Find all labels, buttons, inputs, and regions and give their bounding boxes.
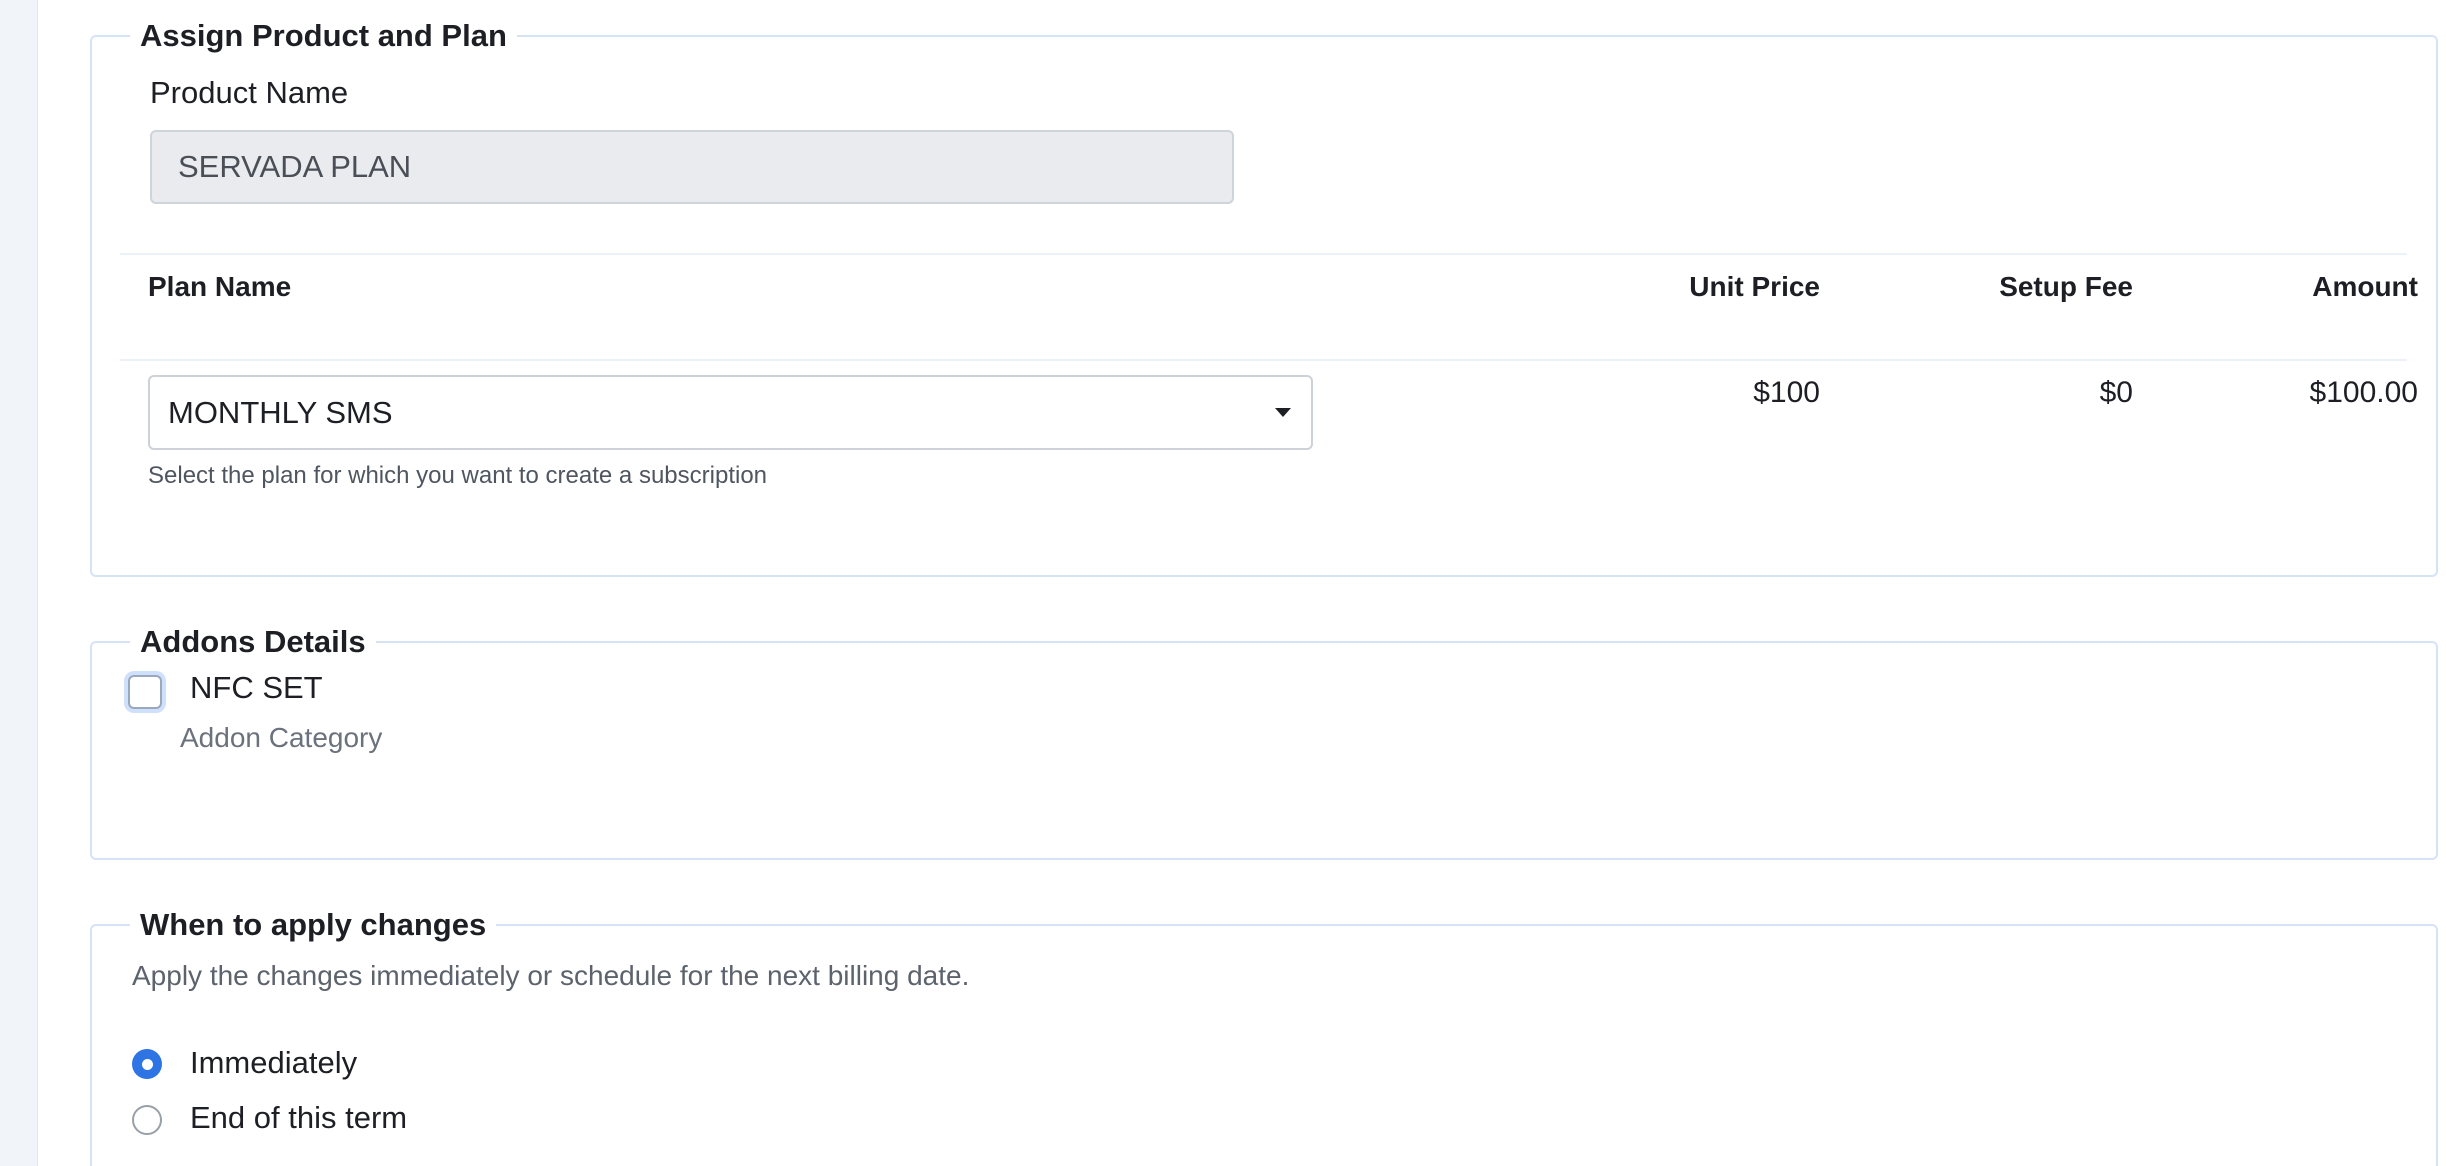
caret-down-icon — [1275, 408, 1291, 417]
column-header-plan-name: Plan Name — [148, 271, 292, 302]
column-header-setup-fee: Setup Fee — [1999, 271, 2133, 302]
unit-price-value: $100 — [1753, 376, 1820, 409]
product-name-field: SERVADA PLAN — [150, 130, 1234, 204]
radio-end-of-term[interactable] — [132, 1105, 162, 1135]
form-content: Product Name SERVADA PLAN Plan Name Unit… — [90, 0, 2438, 1166]
addon-name[interactable]: NFC SET — [190, 670, 323, 706]
sidebar-edge — [0, 0, 38, 1166]
column-header-amount: Amount — [2312, 271, 2418, 302]
radio-label-immediately[interactable]: Immediately — [190, 1045, 357, 1081]
amount-value: $100.00 — [2309, 376, 2418, 409]
setup-fee-value: $0 — [2099, 376, 2133, 409]
plan-select-value: MONTHLY SMS — [168, 394, 393, 430]
product-name-value: SERVADA PLAN — [178, 149, 412, 184]
radio-immediately[interactable] — [132, 1049, 162, 1079]
apply-description: Apply the changes immediately or schedul… — [132, 960, 970, 991]
product-name-label: Product Name — [150, 75, 349, 110]
plan-select[interactable]: MONTHLY SMS — [148, 375, 1313, 450]
column-header-unit-price: Unit Price — [1689, 271, 1820, 302]
addon-category: Addon Category — [180, 722, 383, 753]
divider — [120, 359, 2407, 361]
addon-checkbox[interactable] — [128, 675, 162, 709]
plan-helper-text: Select the plan for which you want to cr… — [148, 462, 768, 489]
page: Assign Product and Plan Addons Details W… — [0, 0, 2446, 1166]
divider — [120, 253, 2407, 255]
radio-label-end-of-term[interactable]: End of this term — [190, 1100, 407, 1136]
